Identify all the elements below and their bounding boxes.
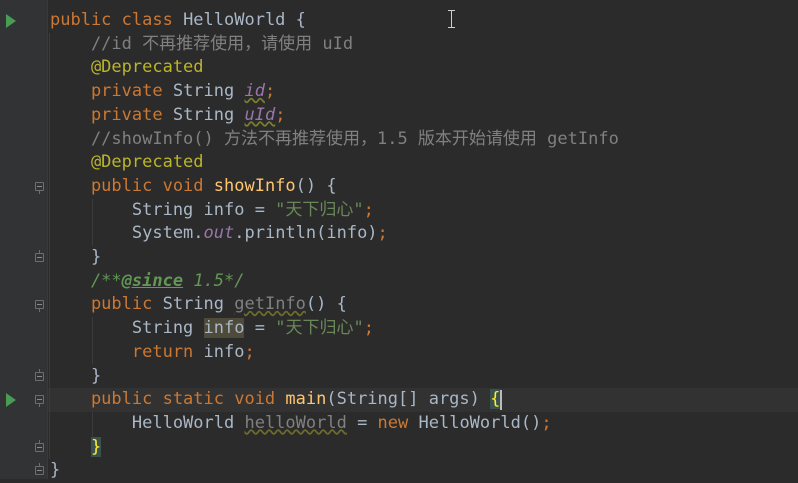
fold-end-icon[interactable] (35, 250, 44, 262)
code-token-brace-hl: } (90, 436, 102, 457)
code-token-kw: private (50, 104, 173, 125)
code-token-plain: () { (295, 175, 337, 196)
code-line[interactable]: //id 不再推荐使用，请使用 uId (50, 33, 353, 57)
code-line[interactable]: return info; (50, 341, 255, 365)
run-icon[interactable] (6, 393, 16, 408)
code-line[interactable]: private String id; (50, 80, 275, 104)
indent-guide (49, 32, 50, 460)
code-token-field: out (203, 223, 235, 244)
code-line[interactable]: String info = "天下归心"; (50, 199, 374, 223)
code-token-kw: ; (275, 104, 286, 125)
code-token-ann: @Deprecated (50, 57, 204, 78)
code-token-plain: () { (305, 294, 347, 315)
code-token-plain: String info = (50, 199, 276, 220)
code-token-ann: @Deprecated (50, 152, 204, 173)
code-line[interactable]: //showInfo() 方法不再推荐使用，1.5 版本开始请使用 getInf… (50, 128, 619, 152)
code-token-plain: String (162, 294, 235, 315)
code-line[interactable]: System.out.println(info); (50, 222, 388, 246)
code-line[interactable]: public static void main(String[] args) { (48, 388, 798, 412)
code-token-plain: = (346, 412, 378, 433)
code-token-kw: ; (244, 341, 255, 362)
code-token-plain: String (50, 318, 204, 339)
code-token-plain: info (203, 341, 245, 362)
code-token-kw: ; (363, 199, 374, 220)
code-token-kw: new (377, 412, 419, 433)
indent-guide (91, 198, 93, 246)
text-caret (500, 390, 503, 411)
code-token-plain: String (172, 104, 245, 125)
code-line[interactable]: } (50, 459, 60, 483)
code-token-plain: } (50, 247, 102, 267)
code-token-kw: ; (264, 81, 276, 102)
code-token-plain: HelloWorld { (183, 10, 306, 30)
code-token-kw: private (50, 81, 173, 102)
fold-collapse-icon[interactable] (35, 395, 44, 408)
code-token-kw: return (50, 341, 204, 362)
fold-end-icon[interactable] (35, 439, 44, 452)
code-token-doc-tag: @since (121, 270, 184, 291)
code-token-unused: getInfo (234, 294, 306, 315)
code-token-plain: } (50, 365, 102, 386)
code-token-kw: public class (50, 10, 184, 30)
code-token-kw: public (50, 294, 163, 315)
code-line[interactable]: public void showInfo() { (50, 175, 337, 199)
fold-collapse-icon[interactable] (35, 300, 44, 313)
code-token-kw: ; (363, 318, 374, 339)
code-token-plain: HelloWorld() (418, 412, 542, 433)
code-line[interactable]: } (50, 436, 102, 460)
code-area[interactable]: public class HelloWorld { //id 不再推荐使用，请使… (48, 0, 798, 480)
code-line[interactable]: private String uId; (50, 104, 286, 128)
code-line[interactable]: /**@since 1.5*/ (50, 270, 245, 294)
code-token-unused: helloWorld (244, 412, 347, 433)
i-beam-cursor-icon (448, 10, 455, 28)
code-token-doc: 1.5*/ (183, 270, 245, 291)
editor-gutter[interactable] (0, 0, 48, 479)
code-token-str: "天下归心" (275, 199, 364, 220)
code-token-brace-hl: { (490, 389, 501, 410)
code-line[interactable]: @Deprecated (50, 56, 204, 80)
code-token-kw: ; (541, 412, 552, 433)
code-token-com: //showInfo() 方法不再推荐使用，1.5 版本开始请使用 getInf… (50, 128, 619, 149)
code-editor[interactable]: public class HelloWorld { //id 不再推荐使用，请使… (0, 0, 798, 480)
code-token-plain: .println(info) (234, 223, 378, 244)
code-token-fn: main (285, 389, 327, 410)
code-line[interactable]: public String getInfo() { (50, 293, 347, 317)
code-token-field-warn: uId (244, 104, 276, 125)
code-token-doc: /** (50, 270, 122, 291)
code-token-plain: String (172, 81, 245, 102)
code-token-plain: System. (50, 223, 204, 244)
fold-end-icon[interactable] (35, 368, 44, 381)
code-token-plain: = (244, 318, 276, 339)
fold-collapse-icon[interactable] (35, 181, 44, 194)
code-line[interactable]: HelloWorld helloWorld = new HelloWorld()… (50, 412, 552, 436)
code-line[interactable]: @Deprecated (50, 151, 204, 175)
code-token-fn: showInfo (213, 175, 296, 196)
code-line[interactable]: } (50, 365, 101, 389)
code-token-str: "天下归心" (275, 318, 364, 339)
code-line[interactable]: public class HelloWorld { (50, 9, 306, 33)
code-token-field-warn: id (244, 81, 265, 102)
code-line[interactable]: String info = "天下归心"; (50, 317, 374, 341)
code-token-kw: public static void (50, 389, 286, 410)
code-token-hl: info (203, 318, 245, 339)
run-icon[interactable] (6, 14, 16, 28)
code-token-plain: } (50, 460, 61, 481)
indent-guide (91, 411, 93, 436)
code-token-kw: public void (50, 175, 214, 196)
code-token-plain: HelloWorld (50, 412, 245, 433)
indent-guide (91, 317, 93, 365)
code-line[interactable]: } (50, 246, 101, 270)
code-token-plain: (String[] args) (326, 389, 491, 410)
fold-end-icon[interactable] (35, 463, 44, 476)
code-token-com: //id 不再推荐使用，请使用 uId (50, 33, 354, 54)
code-token-kw: ; (377, 223, 388, 244)
